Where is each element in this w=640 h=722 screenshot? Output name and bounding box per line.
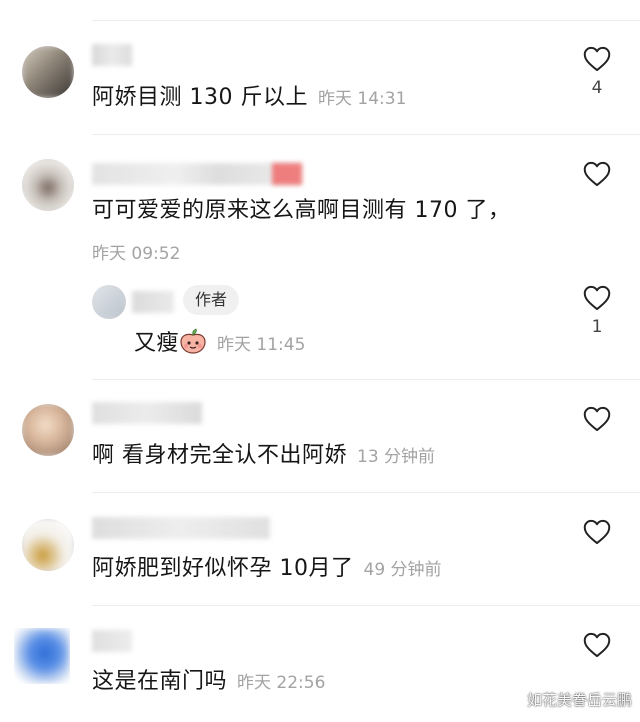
username-redacted[interactable] [92, 630, 132, 652]
comment-time: 昨天 22:56 [237, 673, 326, 693]
avatar[interactable] [14, 628, 70, 684]
comment-time: 昨天 14:31 [317, 89, 407, 109]
watermark: 如花美眷岳云鹏 [526, 691, 632, 709]
reply-text: 又瘦 昨天 11:45 [134, 327, 305, 359]
heart-outline-icon [583, 632, 611, 658]
like-button[interactable] [577, 632, 617, 658]
comment-time: 13 分钟前 [357, 447, 436, 467]
comment-item: 阿娇目测 130 斤以上 昨天 14:31 4 [0, 0, 640, 135]
username-redacted[interactable] [92, 44, 132, 66]
reply-username-redacted[interactable] [132, 291, 174, 313]
comment-text: 这是在南门吗 昨天 22:56 [92, 669, 326, 694]
heart-outline-icon [583, 285, 611, 311]
comment-item: 啊 看身材完全认不出阿娇 13 分钟前 [0, 380, 640, 492]
comment-text: 啊 看身材完全认不出阿娇 13 分钟前 [92, 443, 436, 468]
author-badge: 作者 [183, 285, 240, 315]
like-count: 4 [591, 78, 603, 98]
heart-outline-icon [583, 519, 611, 545]
comment-time: 昨天 09:52 [92, 244, 181, 264]
heart-outline-icon [583, 46, 611, 72]
comment-text: 阿娇目测 130 斤以上 昨天 14:31 [92, 85, 407, 110]
comment-item: 可可爱爱的原来这么高啊目测有 170 了， 昨天 09:52 作者 又瘦 昨天 1… [0, 135, 640, 380]
like-button[interactable] [577, 519, 617, 545]
username-redacted[interactable] [92, 517, 270, 539]
comment-time: 49 分钟前 [363, 560, 442, 580]
username-redacted[interactable] [92, 163, 302, 185]
avatar[interactable] [22, 519, 74, 571]
heart-outline-icon [583, 406, 611, 432]
like-button[interactable]: 4 [577, 46, 617, 98]
avatar[interactable] [22, 46, 74, 98]
avatar[interactable] [22, 404, 74, 456]
peach-face-emoji [180, 328, 206, 354]
heart-outline-icon [583, 161, 611, 187]
like-button[interactable] [577, 406, 617, 432]
badge-redacted [272, 163, 302, 185]
comment-item: 阿娇肥到好似怀孕 10月了 49 分钟前 [0, 493, 640, 605]
reply-time: 昨天 11:45 [217, 335, 306, 355]
comment-text: 阿娇肥到好似怀孕 10月了 49 分钟前 [92, 556, 442, 581]
like-count: 1 [591, 317, 603, 337]
comment-text: 可可爱爱的原来这么高啊目测有 170 了， [92, 198, 511, 223]
like-button[interactable]: 1 [577, 285, 617, 337]
reply-avatar[interactable] [92, 285, 126, 319]
username-redacted[interactable] [92, 402, 202, 424]
like-button[interactable] [577, 161, 617, 187]
avatar[interactable] [22, 159, 74, 211]
